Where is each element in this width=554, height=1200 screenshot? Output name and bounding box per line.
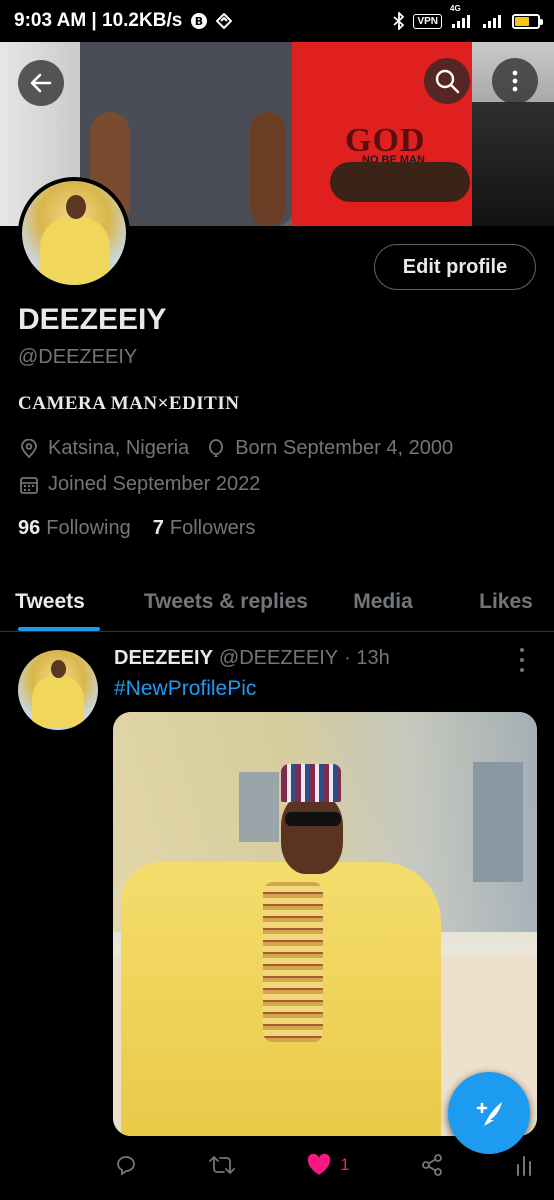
tweet-photo[interactable] <box>113 712 537 1136</box>
edit-profile-button[interactable]: Edit profile <box>374 244 536 290</box>
reply-button[interactable] <box>114 1153 138 1177</box>
calendar-icon <box>18 474 40 496</box>
like-button[interactable]: 1 <box>306 1153 350 1177</box>
compose-icon <box>476 1102 502 1126</box>
back-arrow-icon <box>30 73 52 93</box>
status-bar: 9:03 AM | 10.2KB/s B VPN 4G <box>0 0 554 42</box>
heart-icon <box>308 1153 331 1175</box>
balloon-icon <box>205 438 227 460</box>
more-vertical-icon <box>512 70 518 92</box>
tweet-actions: 1 <box>114 1150 534 1180</box>
vpn-badge: VPN <box>413 13 442 29</box>
svg-text:B: B <box>195 15 203 28</box>
tab-tweets-replies[interactable]: Tweets & replies <box>100 572 308 631</box>
tab-likes[interactable]: Likes <box>458 572 554 631</box>
tweet-hashtag[interactable]: #NewProfilePic <box>114 677 256 701</box>
cell-signal-icon-2 <box>482 13 504 29</box>
tweet-more-button[interactable] <box>512 648 532 672</box>
following-count: 96 <box>18 517 41 539</box>
follow-counts: 96 Following 7 Followers <box>18 517 255 540</box>
status-time: 9:03 AM | 10.2KB/s <box>14 10 183 31</box>
tab-media[interactable]: Media <box>308 572 458 631</box>
profile-joined: Joined September 2022 <box>48 473 261 495</box>
profile-birthday: Born September 4, 2000 <box>235 437 454 459</box>
retweet-button[interactable] <box>208 1153 236 1177</box>
share-button[interactable] <box>420 1153 444 1177</box>
cell-signal-icon: 4G <box>450 4 474 29</box>
search-icon <box>435 69 460 94</box>
profile-meta-row-2: Joined September 2022 <box>18 473 260 496</box>
followers-label: Followers <box>169 517 256 539</box>
network-type-label: 4G <box>450 4 461 13</box>
tab-tweets[interactable]: Tweets <box>0 572 100 631</box>
more-options-button[interactable] <box>492 58 538 104</box>
profile-location: Katsina, Nigeria <box>48 437 190 459</box>
like-count: 1 <box>340 1155 350 1174</box>
bluetooth-icon <box>393 12 405 30</box>
profile-name: DEEZEEIY <box>18 303 167 336</box>
followers-count: 7 <box>152 517 164 539</box>
tweet-header: DEEZEEIY @DEEZEEIY · 13h <box>114 647 390 670</box>
tweet-author-handle: @DEEZEEIY <box>218 647 339 669</box>
following-link[interactable]: 96 Following <box>18 517 131 540</box>
analytics-icon <box>516 1156 531 1176</box>
profile-tabs: Tweets Tweets & replies Media Likes <box>0 572 554 632</box>
tweet-time: · 13h <box>344 647 390 669</box>
profile-avatar[interactable] <box>18 177 130 289</box>
battery-icon <box>512 13 543 29</box>
app-notification-icon <box>216 13 233 29</box>
reply-icon <box>117 1156 135 1176</box>
profile-meta-row-1: Katsina, Nigeria Born September 4, 2000 <box>18 437 453 460</box>
share-icon <box>421 1154 442 1176</box>
followers-link[interactable]: 7 Followers <box>153 517 256 540</box>
back-button[interactable] <box>18 60 64 106</box>
following-label: Following <box>46 517 131 539</box>
profile-bio: CAMERA MAN×EDITIN <box>18 393 240 414</box>
analytics-button[interactable] <box>514 1153 534 1177</box>
profile-handle: @DEEZEEIY <box>18 346 138 368</box>
location-icon <box>18 438 40 460</box>
retweet-icon <box>209 1156 236 1174</box>
tweet-author-name[interactable]: DEEZEEIY <box>114 647 213 670</box>
compose-tweet-button[interactable] <box>448 1072 530 1154</box>
bitcoin-icon: B <box>190 12 208 30</box>
tweet-avatar[interactable] <box>18 650 98 730</box>
search-button[interactable] <box>424 58 470 104</box>
